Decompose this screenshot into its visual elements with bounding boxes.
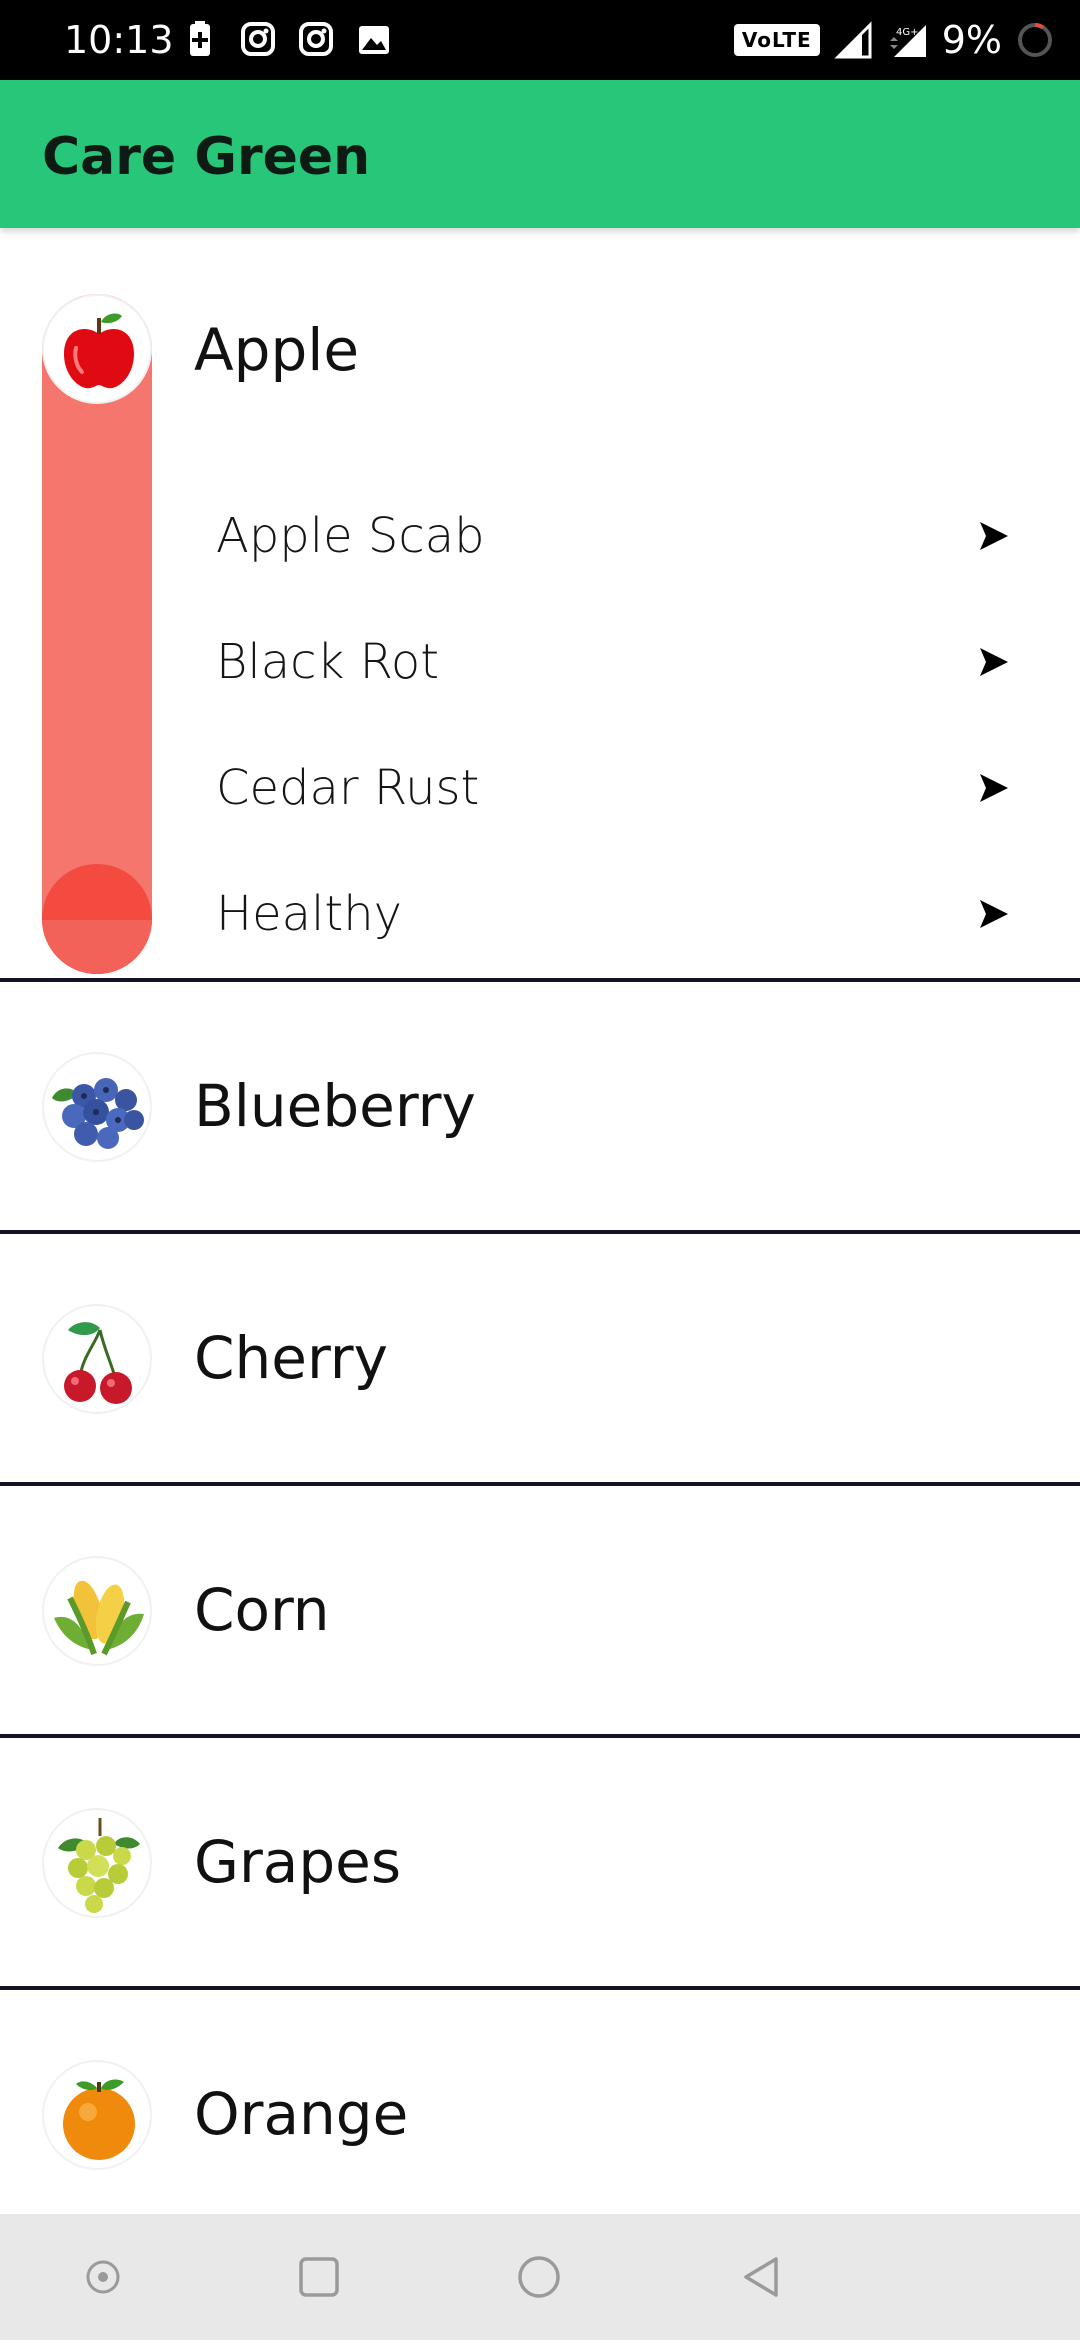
expanded-indicator-cap xyxy=(42,864,152,974)
instagram-icon xyxy=(241,22,275,56)
status-bar: 10:13 VoLTE 4G+ 9% xyxy=(0,0,1080,80)
gallery-icon xyxy=(359,26,389,54)
crop-name: Cherry xyxy=(194,1324,388,1392)
screen: 10:13 VoLTE 4G+ 9% Care Green Apple Appl… xyxy=(0,0,1080,2340)
crop-row-corn[interactable]: Corn xyxy=(0,1486,1080,1734)
notification-icons xyxy=(182,20,392,60)
arrow-right-icon xyxy=(980,648,1008,676)
crop-name[interactable]: Apple xyxy=(194,314,359,386)
battery-icon xyxy=(1018,23,1052,57)
signal-4g-icon: 4G+ xyxy=(889,25,926,57)
disease-item-black-rot[interactable]: Black Rot xyxy=(216,602,1036,722)
disease-item-healthy[interactable]: Healthy xyxy=(216,854,1036,974)
crop-name: Orange xyxy=(194,2080,409,2148)
arrow-right-icon xyxy=(980,522,1008,550)
home-icon[interactable] xyxy=(514,2252,564,2302)
assist-icon[interactable] xyxy=(78,2252,128,2302)
app-bar: Care Green xyxy=(0,80,1080,228)
arrow-right-icon xyxy=(980,900,1008,928)
battery-percent: 9% xyxy=(941,18,1002,62)
crop-row-apple: Apple Apple Scab Black Rot Cedar Rust He… xyxy=(0,228,1080,978)
disease-item-apple-scab[interactable]: Apple Scab xyxy=(216,476,1036,596)
crop-row-blueberry[interactable]: Blueberry xyxy=(0,982,1080,1230)
crop-row-grapes[interactable]: Grapes xyxy=(0,1738,1080,1986)
disease-label: Black Rot xyxy=(216,634,440,690)
volte-badge: VoLTE xyxy=(733,24,820,56)
network-gen-label: 4G+ xyxy=(896,27,919,38)
battery-saver-icon xyxy=(190,21,210,56)
system-nav-bar xyxy=(0,2214,1080,2340)
arrow-right-icon xyxy=(980,774,1008,802)
disease-label: Cedar Rust xyxy=(216,760,480,816)
instagram-icon xyxy=(299,22,333,56)
status-time: 10:13 xyxy=(64,18,174,62)
apple-icon xyxy=(42,294,152,404)
app-title: Care Green xyxy=(42,127,371,187)
crop-name: Corn xyxy=(194,1576,330,1644)
status-right: VoLTE 4G+ 9% xyxy=(733,14,1054,66)
blueberry-icon xyxy=(42,1052,152,1162)
back-icon[interactable] xyxy=(738,2252,788,2302)
crop-name: Blueberry xyxy=(194,1072,476,1140)
crop-row-cherry[interactable]: Cherry xyxy=(0,1234,1080,1482)
corn-icon xyxy=(42,1556,152,1666)
crop-name: Grapes xyxy=(194,1828,402,1896)
disease-item-cedar-rust[interactable]: Cedar Rust xyxy=(216,728,1036,848)
crop-row-orange[interactable]: Orange xyxy=(0,1990,1080,2238)
disease-label: Apple Scab xyxy=(216,508,485,564)
orange-icon xyxy=(42,2060,152,2170)
recents-icon[interactable] xyxy=(294,2252,344,2302)
grapes-icon xyxy=(42,1808,152,1918)
disease-label: Healthy xyxy=(216,886,403,942)
signal-icon xyxy=(834,21,872,59)
cherry-icon xyxy=(42,1304,152,1414)
